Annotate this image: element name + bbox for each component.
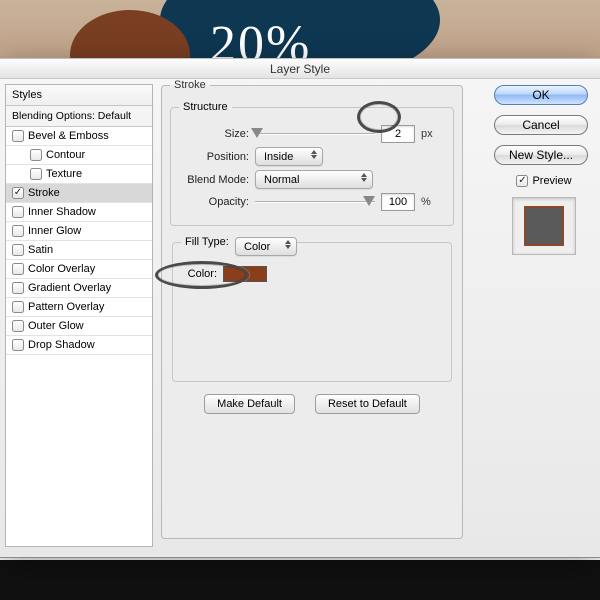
fill-type-value: Color (244, 241, 270, 253)
checkbox-icon[interactable] (12, 339, 24, 351)
stroke-group: Stroke Structure Size: px Position: (161, 79, 463, 539)
dialog-title: Layer Style (0, 59, 600, 79)
chevrons-icon (285, 240, 291, 249)
fill-type-label: Fill Type: (185, 236, 229, 248)
style-row-label: Inner Shadow (28, 206, 96, 218)
style-row-label: Color Overlay (28, 263, 95, 275)
chevrons-icon (361, 173, 367, 182)
preview-checkbox[interactable]: ✓ (516, 175, 528, 187)
size-slider[interactable] (255, 127, 375, 141)
style-row-label: Pattern Overlay (28, 301, 104, 313)
size-unit: px (421, 128, 433, 140)
style-row-label: Stroke (28, 187, 60, 199)
styles-header[interactable]: Styles (6, 85, 152, 106)
preview-label: Preview (532, 175, 571, 187)
checkbox-icon[interactable] (12, 301, 24, 313)
checkbox-icon[interactable] (12, 206, 24, 218)
style-row-bevel-emboss[interactable]: Bevel & Emboss (6, 127, 152, 146)
style-row-label: Satin (28, 244, 53, 256)
checkbox-icon[interactable] (12, 244, 24, 256)
opacity-input[interactable] (381, 193, 415, 211)
style-row-color-overlay[interactable]: Color Overlay (6, 260, 152, 279)
styles-panel: Styles Blending Options: Default Bevel &… (5, 84, 153, 547)
fill-type-select[interactable]: Color (235, 237, 297, 256)
style-row-stroke[interactable]: ✓ Stroke (6, 184, 152, 203)
style-row-label: Contour (46, 149, 85, 161)
style-row-pattern-overlay[interactable]: Pattern Overlay (6, 298, 152, 317)
preview-well (512, 197, 576, 255)
bg-dark-bar (0, 560, 600, 600)
style-row-satin[interactable]: Satin (6, 241, 152, 260)
position-select[interactable]: Inside (255, 147, 323, 166)
style-row-gradient-overlay[interactable]: Gradient Overlay (6, 279, 152, 298)
ok-button[interactable]: OK (494, 85, 588, 105)
style-row-label: Gradient Overlay (28, 282, 111, 294)
checkbox-icon[interactable]: ✓ (12, 187, 24, 199)
fill-type-group: Fill Type: Color Color: (172, 236, 452, 382)
style-row-label: Drop Shadow (28, 339, 95, 351)
checkbox-icon[interactable] (30, 149, 42, 161)
checkbox-icon[interactable] (30, 168, 42, 180)
style-row-label: Inner Glow (28, 225, 81, 237)
style-row-texture[interactable]: Texture (6, 165, 152, 184)
style-row-inner-glow[interactable]: Inner Glow (6, 222, 152, 241)
opacity-unit: % (421, 196, 431, 208)
make-default-button[interactable]: Make Default (204, 394, 295, 414)
style-row-contour[interactable]: Contour (6, 146, 152, 165)
new-style-button[interactable]: New Style... (494, 145, 588, 165)
blend-mode-label: Blend Mode: (179, 174, 249, 186)
style-row-label: Outer Glow (28, 320, 84, 332)
size-label: Size: (179, 128, 249, 140)
blend-mode-select[interactable]: Normal (255, 170, 373, 189)
checkbox-icon[interactable] (12, 263, 24, 275)
preview-swatch (524, 206, 564, 246)
cancel-button[interactable]: Cancel (494, 115, 588, 135)
style-row-outer-glow[interactable]: Outer Glow (6, 317, 152, 336)
position-value: Inside (264, 151, 293, 163)
checkbox-icon[interactable] (12, 282, 24, 294)
size-input[interactable] (381, 125, 415, 143)
blend-mode-value: Normal (264, 174, 299, 186)
style-row-label: Texture (46, 168, 82, 180)
checkbox-icon[interactable] (12, 320, 24, 332)
checkbox-icon[interactable] (12, 130, 24, 142)
structure-group: Structure Size: px Position: Insi (170, 101, 454, 226)
position-label: Position: (179, 151, 249, 163)
style-row-label: Bevel & Emboss (28, 130, 109, 142)
style-row-inner-shadow[interactable]: Inner Shadow (6, 203, 152, 222)
opacity-slider[interactable] (255, 195, 375, 209)
color-swatch[interactable] (223, 266, 267, 282)
style-row-drop-shadow[interactable]: Drop Shadow (6, 336, 152, 355)
reset-to-default-button[interactable]: Reset to Default (315, 394, 420, 414)
color-label: Color: (181, 268, 217, 280)
checkbox-icon[interactable] (12, 225, 24, 237)
layer-style-dialog: Layer Style Styles Blending Options: Def… (0, 58, 600, 558)
stroke-legend: Stroke (170, 79, 210, 91)
structure-legend: Structure (179, 101, 232, 113)
opacity-label: Opacity: (179, 196, 249, 208)
blending-options-row[interactable]: Blending Options: Default (6, 106, 152, 127)
chevrons-icon (311, 150, 317, 159)
